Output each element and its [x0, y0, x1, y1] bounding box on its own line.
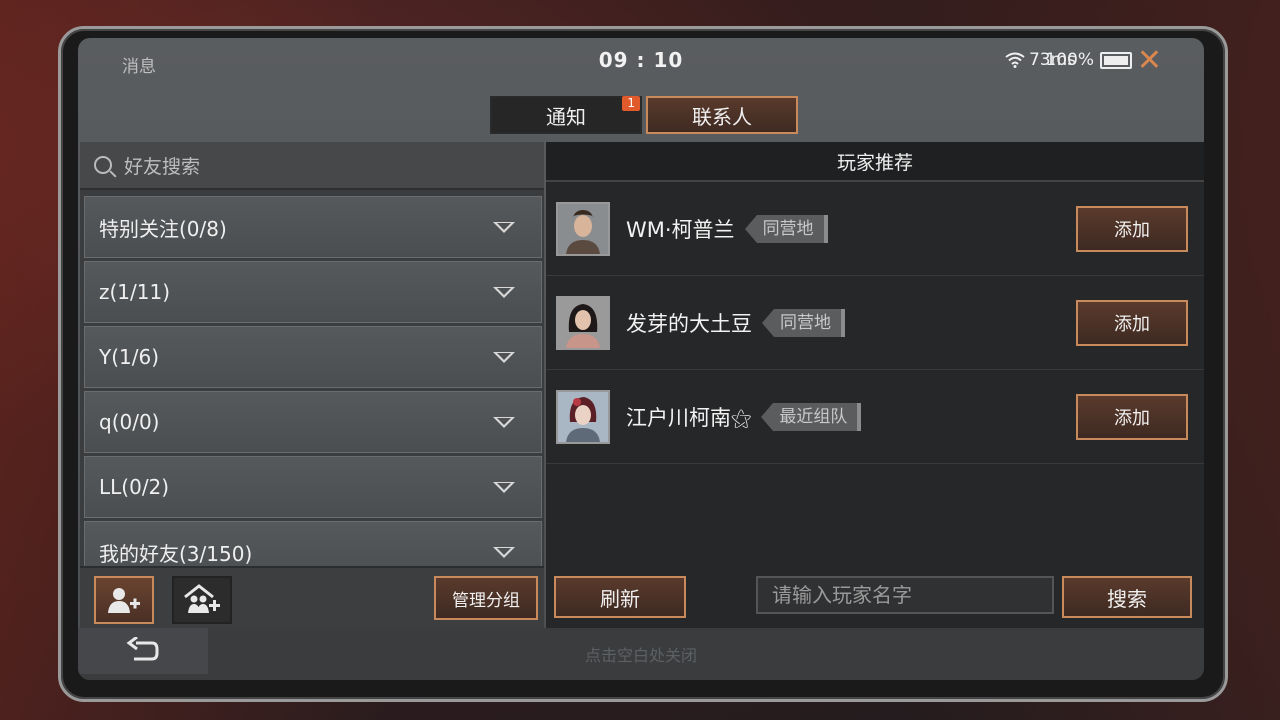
chevron-down-icon — [493, 221, 515, 233]
notification-badge: 1 — [622, 96, 640, 111]
avatar-female-icon — [558, 391, 608, 442]
group-z[interactable]: z(1/11) — [84, 261, 542, 323]
group-label: Y(1/6) — [99, 345, 160, 369]
group-add-icon — [184, 584, 220, 613]
group-label: 我的好友(3/150) — [99, 541, 253, 566]
status-bar: 消息 09 : 10 73ms 100% ✕ — [78, 38, 1204, 84]
battery-percent: 100% — [1045, 50, 1094, 70]
chevron-down-icon — [493, 351, 515, 363]
close-button[interactable]: ✕ — [1137, 46, 1162, 76]
wifi-icon — [1005, 52, 1025, 68]
avatar-male-icon — [558, 203, 608, 254]
add-friend-button[interactable] — [94, 576, 154, 624]
group-label: q(0/0) — [99, 410, 160, 434]
player-row: WM·柯普兰 同营地 添加 — [546, 182, 1204, 276]
friend-search-placeholder: 好友搜索 — [124, 155, 201, 178]
search-toolbar: 刷新 搜索 — [546, 566, 1204, 628]
group-ll[interactable]: LL(0/2) — [84, 456, 542, 518]
tag-label: 同营地 — [774, 308, 845, 337]
player-name-input[interactable] — [756, 576, 1054, 614]
tag-label: 最近组队 — [773, 402, 862, 431]
add-user-icon — [108, 588, 140, 613]
recommendations-title: 玩家推荐 — [546, 142, 1204, 182]
battery-icon — [1100, 51, 1132, 69]
friend-search[interactable]: 好友搜索 — [80, 142, 544, 190]
add-player-button[interactable]: 添加 — [1076, 299, 1188, 346]
group-y[interactable]: Y(1/6) — [84, 326, 542, 388]
player-tag: 最近组队 — [761, 402, 862, 431]
add-player-button[interactable]: 添加 — [1076, 393, 1188, 440]
tag-label: 同营地 — [756, 214, 828, 243]
tab-notifications-label: 通知 — [546, 104, 586, 129]
friend-group-list: 特别关注(0/8) z(1/11) Y(1/6) q(0/0) LL(0/2) … — [84, 196, 542, 566]
recommendations-panel: 玩家推荐 WM·柯普兰 同营地 添加 发芽的大土豆 同营地 添加 江户川柯南⚝ … — [546, 142, 1204, 628]
search-icon — [94, 156, 112, 174]
tag-arrow-icon — [761, 402, 774, 431]
close-hint[interactable]: 点击空白处关闭 — [78, 642, 1204, 666]
battery-fill — [1104, 55, 1128, 65]
search-button[interactable]: 搜索 — [1062, 576, 1192, 618]
chevron-down-icon — [493, 546, 515, 558]
footer-bar: 点击空白处关闭 — [78, 628, 1204, 680]
chevron-down-icon — [493, 416, 515, 428]
battery-status: 100% — [1045, 50, 1132, 70]
group-label: LL(0/2) — [99, 475, 170, 499]
manage-groups-button[interactable]: 管理分组 — [434, 576, 538, 620]
group-label: z(1/11) — [99, 280, 171, 304]
group-label: 特别关注(0/8) — [99, 216, 227, 241]
group-q[interactable]: q(0/0) — [84, 391, 542, 453]
refresh-button[interactable]: 刷新 — [554, 576, 686, 618]
tag-arrow-icon — [762, 308, 774, 337]
tab-notifications[interactable]: 通知 1 — [490, 96, 642, 134]
player-name: 江户川柯南⚝ — [626, 405, 752, 430]
avatar-female-icon — [558, 297, 608, 348]
player-row: 江户川柯南⚝ 最近组队 添加 — [546, 370, 1204, 464]
player-name: WM·柯普兰 — [626, 217, 735, 242]
tag-arrow-icon — [744, 214, 757, 243]
avatar[interactable] — [556, 389, 610, 444]
friends-toolbar: 管理分组 — [80, 566, 544, 630]
tab-contacts-label: 联系人 — [692, 104, 752, 129]
player-tag: 同营地 — [762, 308, 845, 337]
chevron-down-icon — [493, 481, 515, 493]
player-row: 发芽的大土豆 同营地 添加 — [546, 276, 1204, 370]
phone-screen: 消息 09 : 10 73ms 100% ✕ 通知 1 联系人 好友搜索 特别关… — [78, 38, 1204, 680]
chevron-down-icon — [493, 286, 515, 298]
player-name: 发芽的大土豆 — [626, 311, 752, 336]
tab-contacts[interactable]: 联系人 — [646, 96, 798, 134]
add-player-button[interactable]: 添加 — [1076, 205, 1188, 252]
group-my-friends[interactable]: 我的好友(3/150) — [84, 521, 542, 566]
add-group-button[interactable] — [172, 576, 232, 624]
avatar[interactable] — [556, 295, 610, 350]
group-special-follow[interactable]: 特别关注(0/8) — [84, 196, 542, 258]
friends-panel: 好友搜索 特别关注(0/8) z(1/11) Y(1/6) q(0/0) LL(… — [80, 142, 544, 630]
tab-bar: 通知 1 联系人 — [490, 96, 798, 134]
avatar[interactable] — [556, 201, 610, 256]
player-tag: 同营地 — [744, 214, 828, 243]
